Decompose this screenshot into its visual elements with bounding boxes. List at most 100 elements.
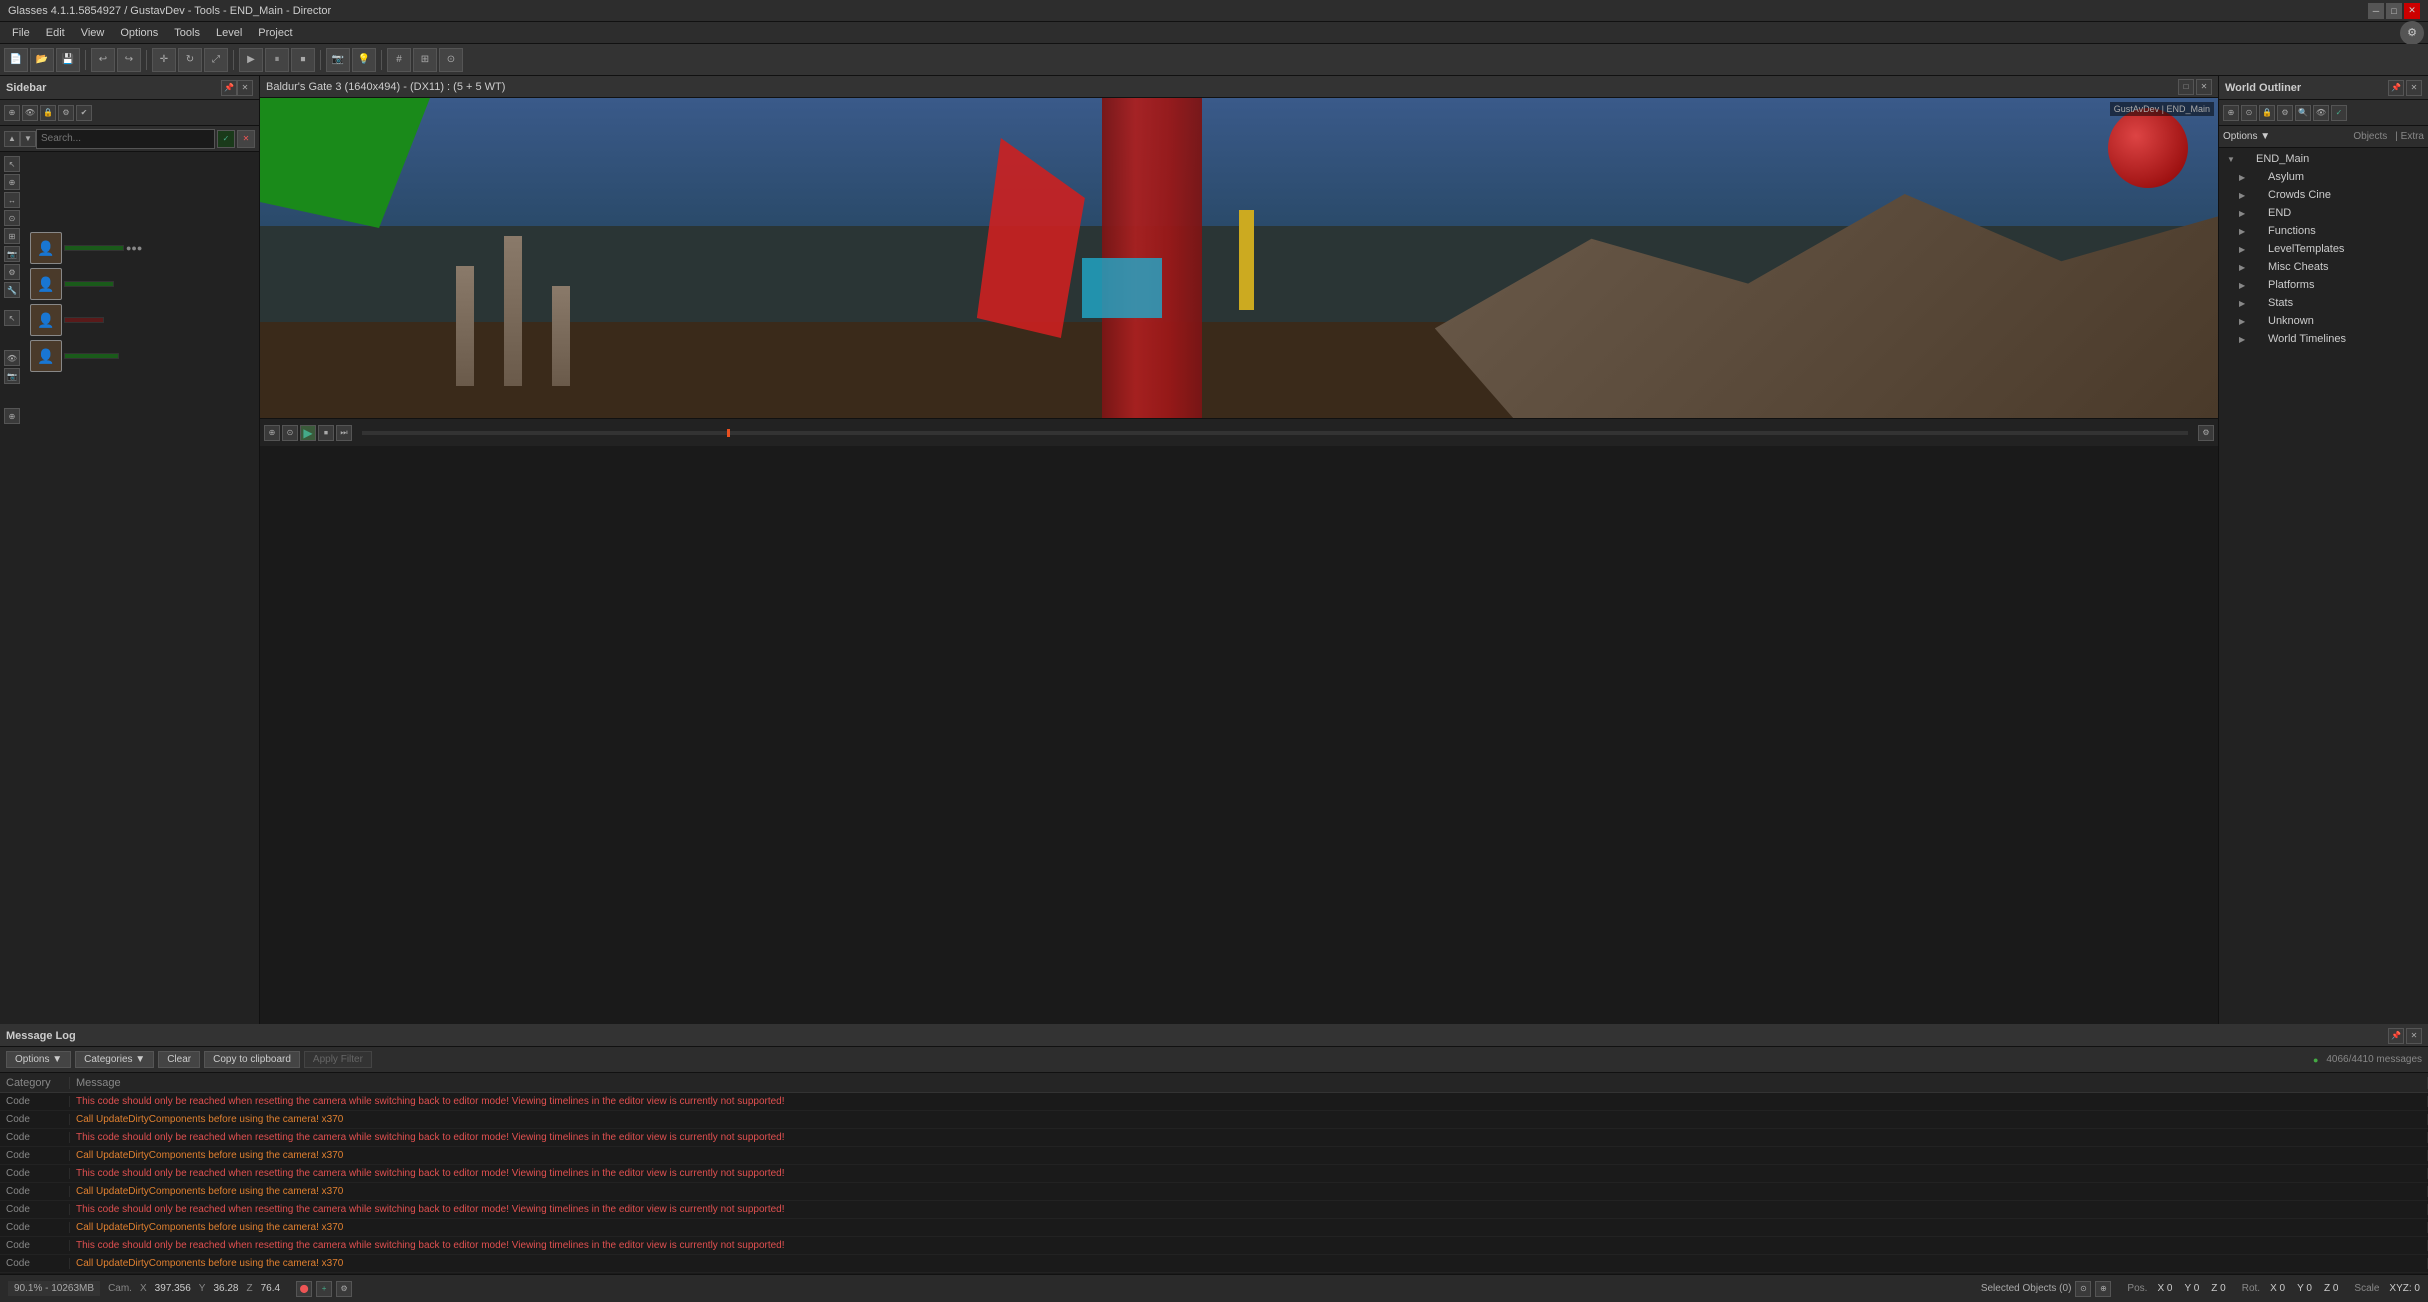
tree-item-unknown[interactable]: Unknown [2219,312,2428,330]
tree-item-crowds-cine[interactable]: Crowds Cine [2219,186,2428,204]
selected-btn-1[interactable]: ⊙ [2075,1281,2091,1297]
outliner-tb-4[interactable]: ⚙ [2277,105,2293,121]
vp-tool-6[interactable]: 📷 [4,246,20,262]
sidebar-pin-button[interactable]: 📌 [221,80,237,96]
selected-btn-2[interactable]: ⊕ [2095,1281,2111,1297]
outliner-tb-3[interactable]: 🔒 [2259,105,2275,121]
vp-tool-4[interactable]: ⊙ [4,210,20,226]
close-button[interactable]: ✕ [2404,3,2420,19]
log-row-6[interactable]: Code This code should only be reached wh… [0,1201,2428,1219]
vp-tool-eye[interactable]: 👁 [4,350,20,366]
tree-item-stats[interactable]: Stats [2219,294,2428,312]
sidebar-tree-expand[interactable]: ▼ [20,131,36,147]
menu-view[interactable]: View [73,25,113,41]
vp-tool-7[interactable]: ⚙ [4,264,20,280]
outliner-tb-7[interactable]: ✓ [2331,105,2347,121]
vp-tool-arrow[interactable]: ↖ [4,310,20,326]
sidebar-clear-btn[interactable]: ✕ [237,130,255,148]
outliner-close[interactable]: ✕ [2406,80,2422,96]
vp-tool-8[interactable]: 🔧 [4,282,20,298]
minimize-button[interactable]: ─ [2368,3,2384,19]
log-copy-button[interactable]: Copy to clipboard [204,1051,300,1068]
status-btn-3[interactable]: ⚙ [336,1281,352,1297]
sidebar-tree-collapse[interactable]: ▲ [4,131,20,147]
tree-item-end[interactable]: END [2219,204,2428,222]
menu-options[interactable]: Options [112,25,166,41]
outliner-tb-5[interactable]: 🔍 [2295,105,2311,121]
toolbar-lasso[interactable]: ⊙ [439,48,463,72]
viewport-canvas[interactable]: GustAvDev | END_Main [260,98,2218,418]
toolbar-new[interactable]: 📄 [4,48,28,72]
vp-timeline[interactable] [362,431,2188,435]
toolbar-transform[interactable]: ✛ [152,48,176,72]
portrait-1[interactable]: 👤 [30,232,62,264]
viewport-close[interactable]: ✕ [2196,79,2212,95]
vp-settings[interactable]: ⚙ [2198,425,2214,441]
log-options-button[interactable]: Options ▼ [6,1051,71,1068]
outliner-tb-6[interactable]: 👁 [2313,105,2329,121]
toolbar-rotate[interactable]: ↻ [178,48,202,72]
log-pin[interactable]: 📌 [2388,1028,2404,1044]
vp-tool-5[interactable]: ⊞ [4,228,20,244]
log-row-4[interactable]: Code This code should only be reached wh… [0,1165,2428,1183]
maximize-button[interactable]: □ [2386,3,2402,19]
menu-file[interactable]: File [4,25,38,41]
sidebar-btn-1[interactable]: ⊕ [4,105,20,121]
sidebar-search-input[interactable] [36,129,215,149]
portrait-2[interactable]: 👤 [30,268,62,300]
toolbar-save[interactable]: 💾 [56,48,80,72]
toolbar-scale[interactable]: ⤢ [204,48,228,72]
log-row-3[interactable]: Code Call UpdateDirtyComponents before u… [0,1147,2428,1165]
outliner-tb-2[interactable]: ⊙ [2241,105,2257,121]
sidebar-btn-5[interactable]: ✔ [76,105,92,121]
toolbar-light[interactable]: 💡 [352,48,376,72]
vp-bottom-3[interactable]: ⏹ [318,425,334,441]
vp-tool-cam[interactable]: 📷 [4,368,20,384]
sidebar-close-button[interactable]: ✕ [237,80,253,96]
status-btn-2[interactable]: + [316,1281,332,1297]
log-row-9[interactable]: Code Call UpdateDirtyComponents before u… [0,1255,2428,1273]
toolbar-redo[interactable]: ↪ [117,48,141,72]
tree-item-world-timelines[interactable]: World Timelines [2219,330,2428,348]
outliner-options-btn[interactable]: Options ▼ [2223,131,2270,142]
toolbar-open[interactable]: 📂 [30,48,54,72]
log-categories-button[interactable]: Categories ▼ [75,1051,154,1068]
vp-tool-select[interactable]: ↖ [4,156,20,172]
tree-item-end-main[interactable]: END_Main [2219,150,2428,168]
log-row-8[interactable]: Code This code should only be reached wh… [0,1237,2428,1255]
toolbar-undo[interactable]: ↩ [91,48,115,72]
portrait-4[interactable]: 👤 [30,340,62,372]
vp-bottom-1[interactable]: ⊕ [264,425,280,441]
outliner-pin[interactable]: 📌 [2388,80,2404,96]
log-close[interactable]: ✕ [2406,1028,2422,1044]
toolbar-play[interactable]: ▶ [239,48,263,72]
tree-item-asylum[interactable]: Asylum [2219,168,2428,186]
menu-edit[interactable]: Edit [38,25,73,41]
menu-tools[interactable]: Tools [166,25,208,41]
log-row-2[interactable]: Code This code should only be reached wh… [0,1129,2428,1147]
status-btn-1[interactable]: ⬤ [296,1281,312,1297]
outliner-tb-1[interactable]: ⊕ [2223,105,2239,121]
vp-tool-3[interactable]: ↔ [4,192,20,208]
tree-item-platforms[interactable]: Platforms [2219,276,2428,294]
portrait-3[interactable]: 👤 [30,304,62,336]
tree-item-misc-cheats[interactable]: Misc Cheats [2219,258,2428,276]
sidebar-btn-4[interactable]: ⚙ [58,105,74,121]
log-row-7[interactable]: Code Call UpdateDirtyComponents before u… [0,1219,2428,1237]
log-apply-button[interactable]: Apply Filter [304,1051,372,1068]
tree-item-leveltemplates[interactable]: LevelTemplates [2219,240,2428,258]
log-row-1[interactable]: Code Call UpdateDirtyComponents before u… [0,1111,2428,1129]
vp-tool-bottom[interactable]: ⊕ [4,408,20,424]
sidebar-search-btn[interactable]: ✓ [217,130,235,148]
sidebar-btn-3[interactable]: 🔒 [40,105,56,121]
sidebar-btn-2[interactable]: 👁 [22,105,38,121]
toolbar-pause[interactable]: ⏸ [265,48,289,72]
vp-bottom-2[interactable]: ⊙ [282,425,298,441]
toolbar-snap[interactable]: ⊞ [413,48,437,72]
vp-bottom-play[interactable]: ▶ [300,425,316,441]
vp-tool-2[interactable]: ⊕ [4,174,20,190]
toolbar-grid[interactable]: # [387,48,411,72]
toolbar-camera[interactable]: 📷 [326,48,350,72]
log-row-0[interactable]: Code This code should only be reached wh… [0,1093,2428,1111]
log-row-5[interactable]: Code Call UpdateDirtyComponents before u… [0,1183,2428,1201]
